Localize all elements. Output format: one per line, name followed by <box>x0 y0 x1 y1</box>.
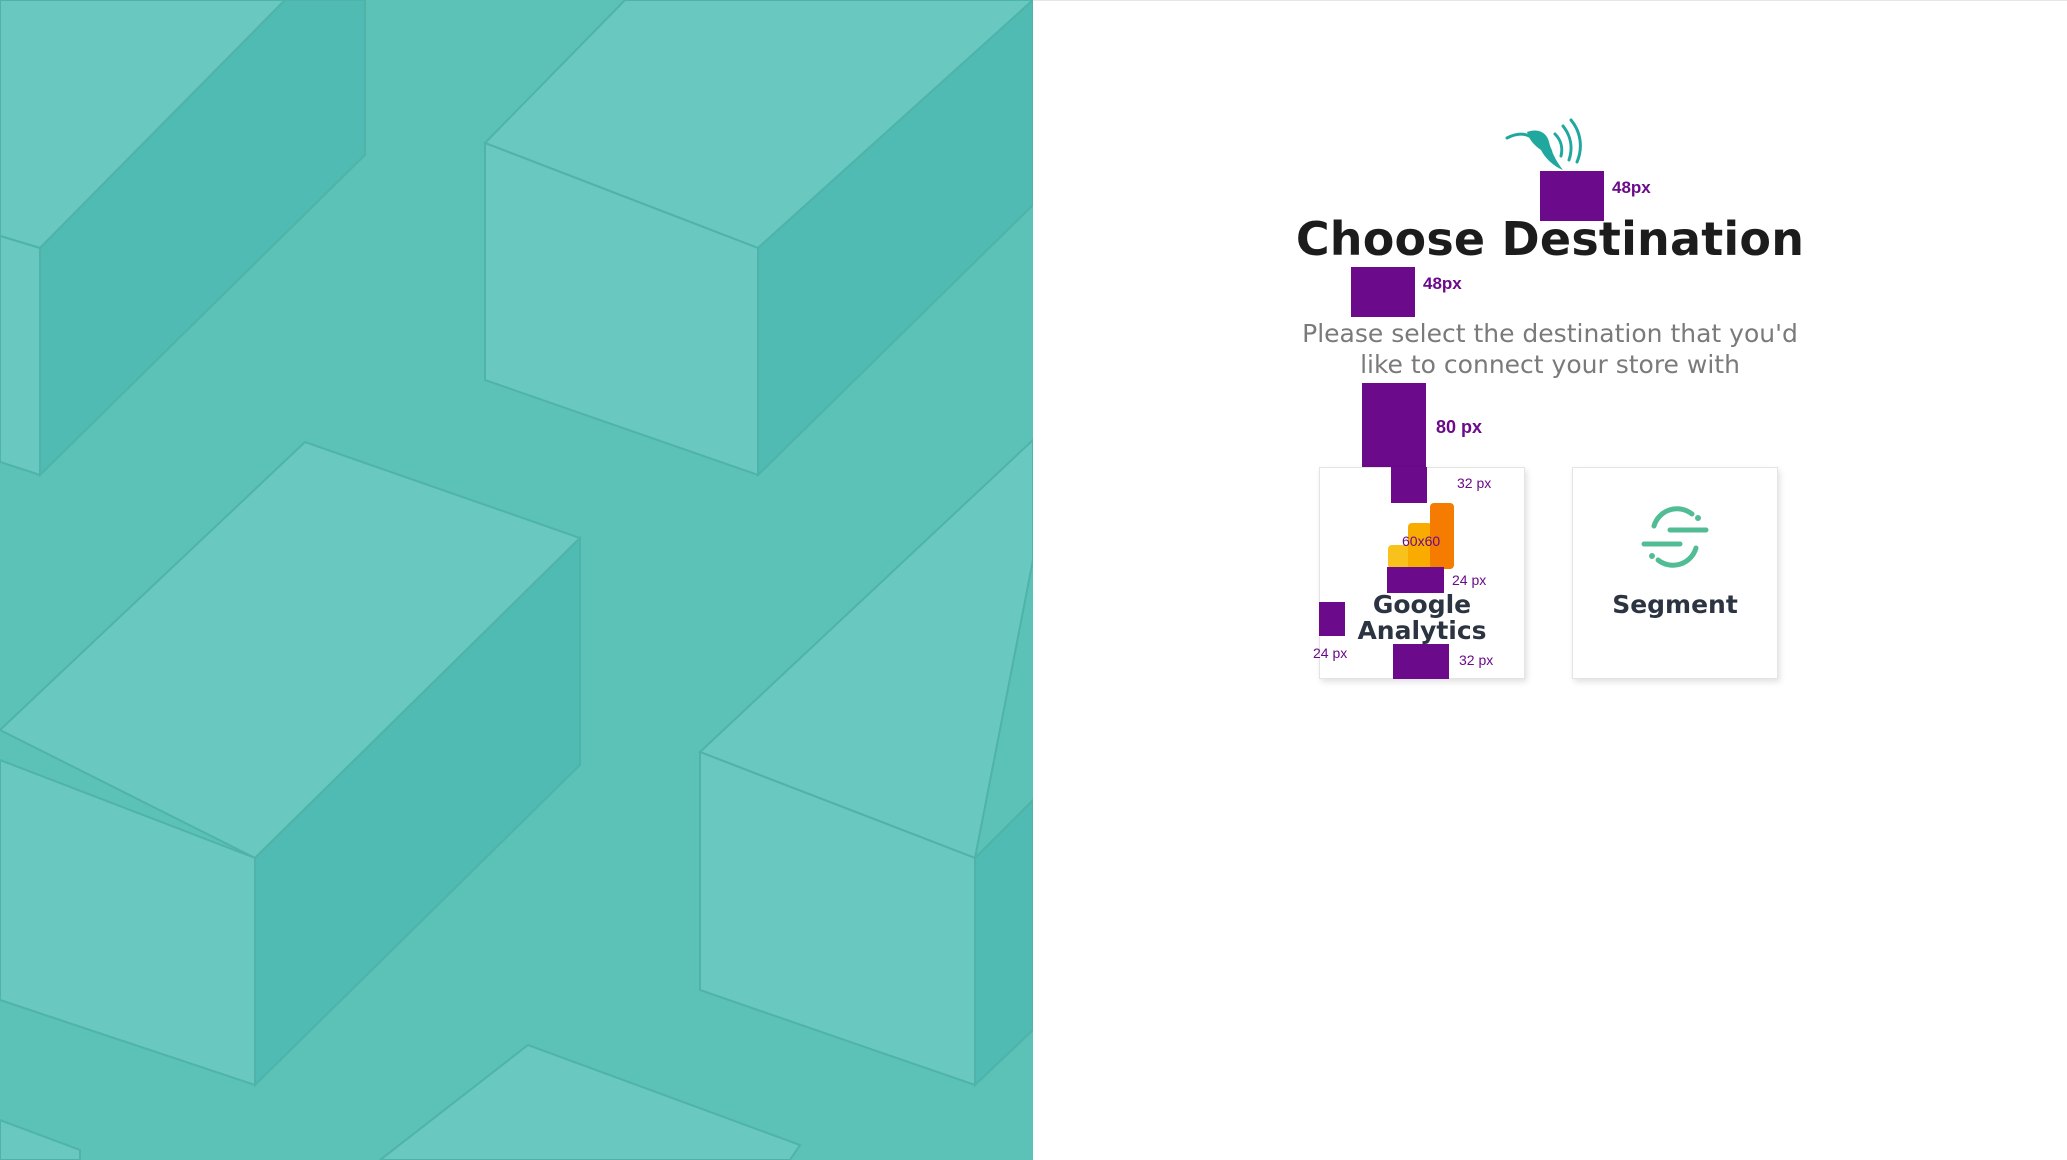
icon-size-label: 60x60 <box>1402 533 1441 549</box>
spacing-label-card-bottom-padding: 32 px <box>1459 652 1494 668</box>
spacing-label-cards-gap: 80 px <box>1436 417 1483 437</box>
segment-icon <box>1640 504 1710 570</box>
destination-label-google-analytics: Google Analytics <box>1357 590 1487 645</box>
spacing-label-icon-label-gap: 24 px <box>1452 572 1487 588</box>
spacing-label-card-side-padding: 24 px <box>1313 645 1348 661</box>
spacing-marker-card-top-padding <box>1391 467 1427 503</box>
decorative-background-panel <box>0 0 1033 1160</box>
spacing-marker-icon-label-gap <box>1387 567 1444 593</box>
spacing-label-title-gap: 48px <box>1423 274 1462 293</box>
destination-label-segment: Segment <box>1612 590 1738 619</box>
isometric-blocks-illustration <box>0 0 1033 1160</box>
destination-card-segment[interactable]: Segment <box>1572 467 1778 679</box>
spacing-label-logo-gap: 48px <box>1612 178 1651 197</box>
spacing-label-card-top-padding: 32 px <box>1457 475 1492 491</box>
spacing-marker-card-side-padding <box>1319 602 1345 636</box>
page-title: Choose Destination <box>1295 212 1805 266</box>
hummingbird-logo-icon <box>1505 118 1585 174</box>
spacing-marker-title-gap <box>1351 267 1415 317</box>
spacing-marker-cards-gap <box>1362 383 1426 467</box>
page-subtitle: Please select the destination that you'd… <box>1302 319 1798 379</box>
spacing-marker-card-bottom-padding <box>1393 644 1449 679</box>
